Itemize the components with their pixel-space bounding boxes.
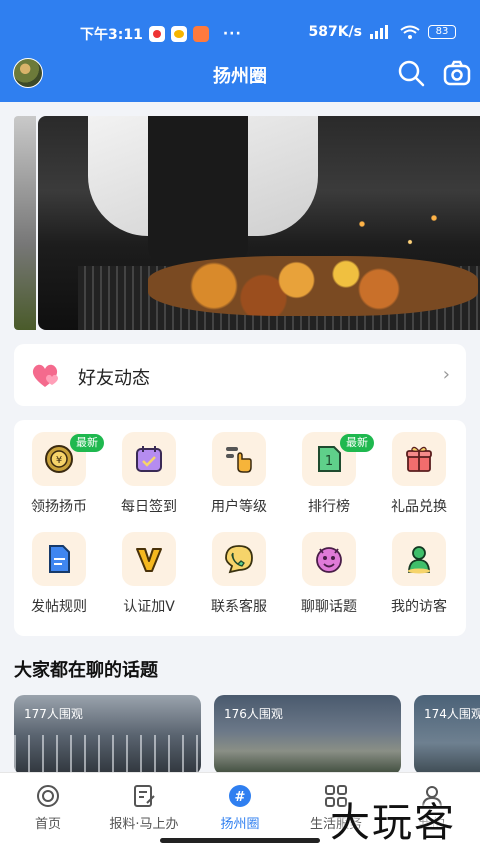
status-left: 下午3:11 ··· (80, 24, 242, 44)
grid-label: 每日签到 (121, 499, 177, 515)
app-notification-icon (192, 26, 209, 42)
grid-label: 排行榜 (308, 499, 350, 515)
calendar-check-icon (136, 446, 162, 472)
nav-label: 扬州圈 (220, 817, 260, 832)
customer-service-icon (225, 545, 253, 574)
grid-item-service[interactable]: 联系客服 (194, 520, 284, 620)
app-header: 下午3:11 ··· 587K/s 83 扬州圈 (0, 0, 480, 102)
gift-icon (406, 446, 432, 472)
status-right: 587K/s 83 (308, 24, 456, 40)
topic-card[interactable]: 174人围观 (414, 695, 480, 775)
level-hand-icon (226, 447, 252, 473)
visitor-icon (408, 546, 430, 574)
status-time: 下午3:11 (80, 27, 143, 43)
home-icon (37, 785, 59, 807)
topic-view-count: 177人围观 (24, 707, 83, 721)
grid-item-coin[interactable]: ¥ 最新 领扬扬币 (14, 420, 104, 520)
svg-text:¥: ¥ (56, 455, 62, 466)
grid-item-topics[interactable]: 聊聊话题 (284, 520, 374, 620)
new-badge: 最新 (70, 434, 104, 452)
grid-item-rules[interactable]: 发帖规则 (14, 520, 104, 620)
new-badge: 最新 (340, 434, 374, 452)
banner-carousel[interactable] (14, 116, 480, 330)
banner-prev-slide[interactable] (14, 116, 36, 330)
grid-icon-bg (392, 532, 446, 586)
grid-label: 联系客服 (211, 599, 267, 615)
edit-note-icon (134, 785, 155, 807)
title-row: 扬州圈 (0, 56, 480, 96)
topic-view-count: 176人围观 (224, 707, 283, 721)
nav-home[interactable]: 首页 (0, 783, 96, 832)
nav-yangzhou-circle[interactable]: # 扬州圈 (192, 783, 288, 832)
topics-section-title: 大家都在聊的话题 (14, 660, 158, 681)
grid-item-verify[interactable]: 认证加V (104, 520, 194, 620)
grid-item-visitors[interactable]: 我的访客 (374, 520, 464, 620)
feature-grid: ¥ 最新 领扬扬币 每日签到 用户等级 1 最新 排行榜 礼品兑换 发帖规则 认… (14, 420, 466, 636)
home-indicator (160, 838, 320, 843)
grid-icon-bg (122, 432, 176, 486)
grid-label: 领扬扬币 (31, 499, 87, 515)
heart-icon (32, 364, 58, 387)
grid-icon-bg (302, 532, 356, 586)
grid-label: 礼品兑换 (391, 499, 447, 515)
status-bar: 下午3:11 ··· 587K/s 83 (0, 18, 480, 48)
grid-label: 我的访客 (391, 599, 447, 615)
grid-label: 用户等级 (211, 499, 267, 515)
grid-item-gift[interactable]: 礼品兑换 (374, 420, 464, 520)
friend-dynamics-row[interactable]: 好友动态 › (14, 344, 466, 406)
chef-apron (148, 116, 248, 266)
coin-icon: ¥ (45, 445, 73, 473)
topic-view-count: 174人围观 (424, 707, 480, 721)
nav-report[interactable]: 报料·马上办 (96, 783, 192, 832)
verify-v-icon (136, 548, 162, 572)
hashtag-icon: # (229, 785, 251, 807)
ranking-icon: 1 (318, 446, 341, 472)
battery-icon: 83 (428, 25, 456, 39)
topic-card[interactable]: 176人围观 (214, 695, 401, 775)
chat-topic-icon (316, 547, 342, 573)
svg-text:1: 1 (325, 454, 333, 469)
grid-icon-bg (212, 532, 266, 586)
document-icon (49, 545, 70, 573)
map-pin-notification-icon (148, 26, 165, 42)
grid-label: 认证加V (123, 599, 175, 615)
grid-item-checkin[interactable]: 每日签到 (104, 420, 194, 520)
signal-icon (370, 25, 388, 39)
grid-label: 发帖规则 (31, 599, 87, 615)
camera-icon[interactable] (442, 58, 472, 88)
grid-icon-bg (32, 532, 86, 586)
nav-label: 报料·马上办 (109, 817, 179, 832)
grid-icon-bg (212, 432, 266, 486)
search-icon[interactable] (396, 58, 426, 88)
svg-text:#: # (235, 790, 246, 805)
weibo-notification-icon (170, 26, 187, 42)
wifi-icon (400, 25, 420, 39)
banner-image[interactable] (38, 116, 480, 330)
network-speed: 587K/s (308, 24, 362, 40)
chevron-right-icon: › (442, 364, 450, 385)
grid-icon-bg (392, 432, 446, 486)
topic-card[interactable]: 177人围观 (14, 695, 201, 775)
grid-label: 聊聊话题 (301, 599, 357, 615)
grid-icon-bg (122, 532, 176, 586)
grid-item-level[interactable]: 用户等级 (194, 420, 284, 520)
more-notifications-dots: ··· (222, 26, 242, 42)
grid-item-ranking[interactable]: 1 最新 排行榜 (284, 420, 374, 520)
sparks (338, 206, 458, 266)
nav-label: 首页 (34, 817, 61, 832)
friend-dynamics-label: 好友动态 (78, 368, 150, 389)
watermark: 大玩客 (330, 800, 456, 846)
